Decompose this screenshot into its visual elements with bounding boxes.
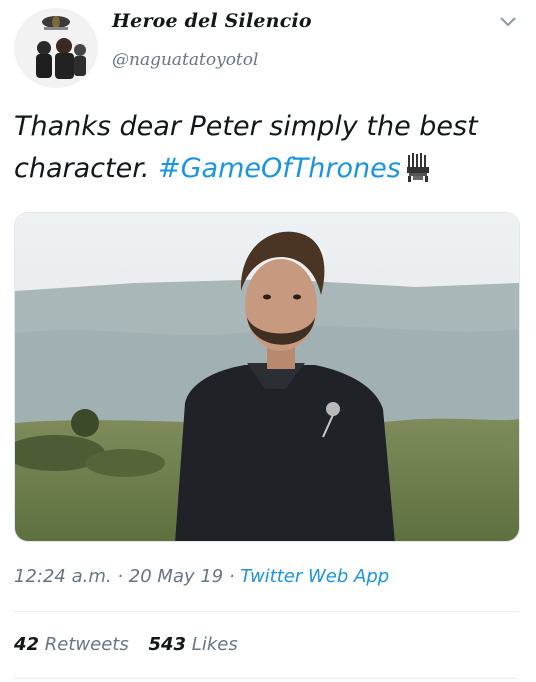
divider bbox=[14, 611, 518, 612]
tweet-date[interactable]: 20 May 19 bbox=[129, 566, 223, 587]
tweet-photo[interactable] bbox=[14, 212, 520, 542]
avatar-image bbox=[14, 8, 98, 88]
retweets-label: Retweets bbox=[44, 634, 129, 655]
avatar[interactable] bbox=[14, 8, 98, 88]
likes-count: 543 bbox=[148, 634, 187, 655]
divider bbox=[14, 678, 518, 679]
photo-image bbox=[15, 213, 519, 541]
tweet-meta: 12:24 a.m. · 20 May 19 · Twitter Web App bbox=[14, 566, 389, 587]
separator: · bbox=[223, 566, 241, 587]
tweet-text: Thanks dear Peter simply the best charac… bbox=[14, 106, 524, 190]
retweets-stat[interactable]: 42 Retweets bbox=[14, 634, 129, 655]
retweets-count: 42 bbox=[14, 634, 40, 655]
display-name[interactable]: Heroe del Silencio bbox=[112, 10, 312, 32]
tweet-stats: 42 Retweets 543 Likes bbox=[14, 634, 252, 655]
source-app-link[interactable]: Twitter Web App bbox=[240, 566, 389, 587]
likes-stat[interactable]: 543 Likes bbox=[148, 634, 237, 655]
tweet-time[interactable]: 12:24 a.m. bbox=[14, 566, 112, 587]
likes-label: Likes bbox=[191, 634, 238, 655]
separator: · bbox=[111, 566, 129, 587]
hashtag-link[interactable]: #GameOfThrones bbox=[158, 153, 401, 184]
user-handle[interactable]: @naguatatoyotol bbox=[112, 50, 258, 70]
iron-throne-icon bbox=[405, 153, 431, 183]
chevron-down-icon[interactable] bbox=[498, 14, 518, 28]
